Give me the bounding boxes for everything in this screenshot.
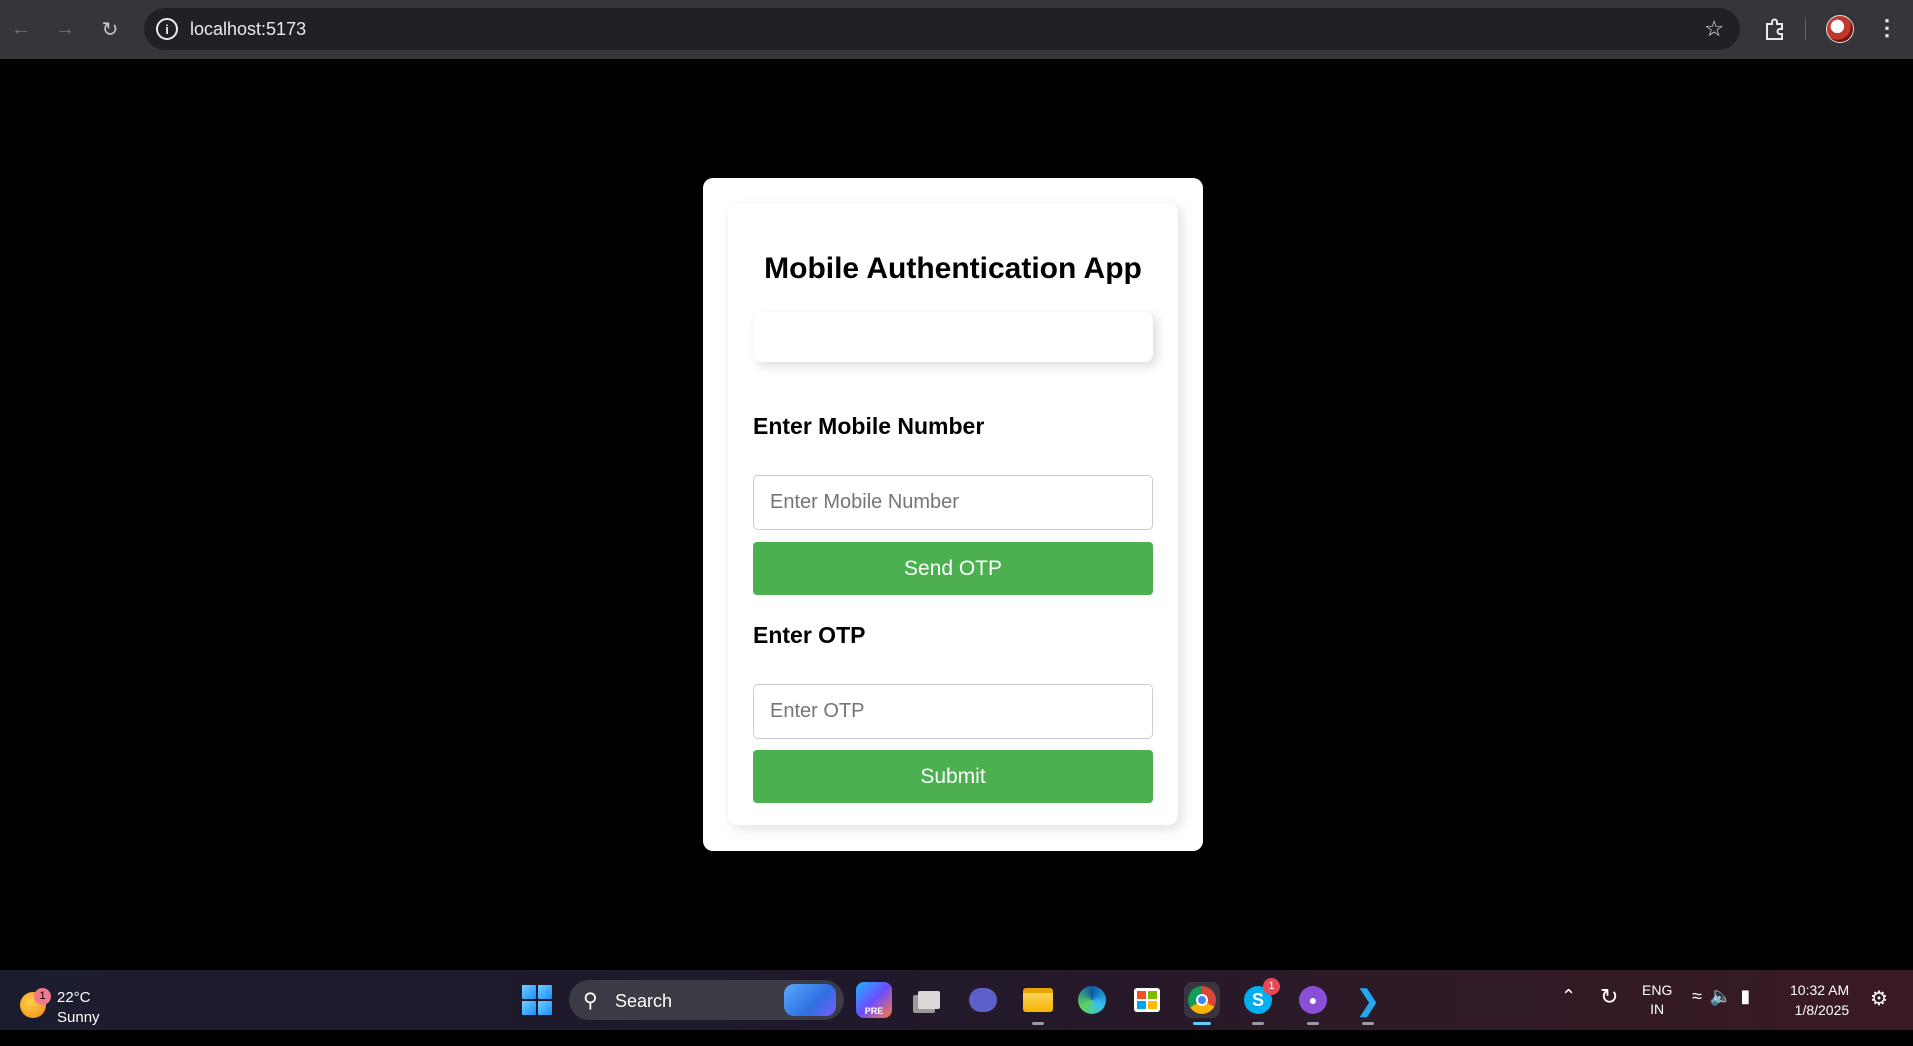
taskbar-search[interactable]: ⚲ Search [569,980,844,1020]
store-icon[interactable] [1129,982,1165,1018]
address-bar[interactable]: i localhost:5173 ☆ [144,8,1740,50]
page-viewport: Mobile Authentication App Enter Mobile N… [0,59,1913,970]
folder-icon[interactable] [1020,982,1056,1025]
search-icon: ⚲ [583,990,598,1012]
github-icon[interactable]: ● [1295,982,1331,1025]
search-label: Search [615,991,673,1011]
weather-widget[interactable]: 1 22°C Sunny [18,980,138,1026]
otp-heading: Enter OTP [753,622,866,648]
arrow-right-icon: → [55,17,75,40]
edge-icon[interactable] [1074,982,1110,1018]
mobile-number-heading: Enter Mobile Number [753,413,985,439]
reload-button[interactable]: ↻ [95,14,125,44]
submit-button[interactable]: Submit [753,750,1153,803]
sync-icon[interactable]: ↻ [1600,984,1618,1044]
language-region: IN [1650,1001,1665,1017]
app-active-indicator [1193,1022,1211,1025]
puzzle-icon[interactable] [1760,14,1790,44]
app-container: Mobile Authentication App Enter Mobile N… [703,178,1203,851]
teams-icon[interactable] [965,982,1001,1018]
clock-date: 1/8/2025 [1794,1002,1850,1018]
weather-temperature: 22°C [57,989,91,1006]
profile-avatar[interactable] [1826,15,1854,43]
app-running-indicator [1307,1022,1319,1025]
wifi-icon: ≈ [1692,986,1710,1006]
clock[interactable]: 10:32 AM 1/8/2025 [1790,980,1849,1040]
recaptcha-container [753,312,1153,362]
star-icon[interactable]: ☆ [1704,16,1724,42]
otp-input[interactable] [753,684,1153,739]
volume-icon: 🔈 [1709,986,1741,1006]
battery-icon: ▮ [1740,986,1759,1006]
chevron-up-icon[interactable]: ⌃ [1561,986,1576,1046]
mobile-number-input[interactable] [753,475,1153,530]
weather-condition: Sunny [57,1009,100,1026]
kebab-menu-icon[interactable]: ⋮ [1876,14,1898,44]
skype-badge: 1 [1263,978,1280,995]
reload-icon: ↻ [101,18,119,41]
language-indicator[interactable]: ENG IN [1642,981,1672,1041]
app-running-indicator [1032,1022,1044,1025]
page-title: Mobile Authentication App [764,252,1142,285]
chrome-icon[interactable] [1184,982,1220,1025]
info-icon[interactable]: i [156,18,178,40]
forward-button[interactable]: → [50,14,80,44]
send-otp-button[interactable]: Send OTP [753,542,1153,595]
system-tray-icons[interactable]: ≈🔈▮ [1692,986,1758,1046]
arrow-left-icon: ← [11,17,31,40]
language-code: ENG [1642,982,1673,998]
app-running-indicator [1362,1022,1374,1025]
task-view-icon[interactable] [911,982,947,1018]
back-button[interactable]: ← [6,14,36,44]
address-url[interactable]: localhost:5173 [190,19,306,40]
vscode-icon[interactable]: ❯ [1350,982,1386,1025]
weather-badge: 1 [34,988,51,1005]
auth-card: Mobile Authentication App Enter Mobile N… [728,203,1178,825]
browser-toolbar: ← → ↻ i localhost:5173 ☆ ⋮ [0,0,1913,59]
windows-start-icon[interactable] [522,985,552,1015]
copilot-icon[interactable]: PRE [856,982,892,1018]
skype-icon[interactable]: S 1 [1240,978,1280,1025]
search-highlight-icon [784,984,836,1016]
taskbar: 1 22°C Sunny ⚲ Search PRE S 1 ● ❯ ⌃ ↻ EN… [0,970,1913,1030]
app-running-indicator [1252,1022,1264,1025]
toolbar-divider [1805,18,1806,40]
notification-icon[interactable]: ⚙ [1870,986,1888,1046]
clock-time: 10:32 AM [1790,982,1850,998]
